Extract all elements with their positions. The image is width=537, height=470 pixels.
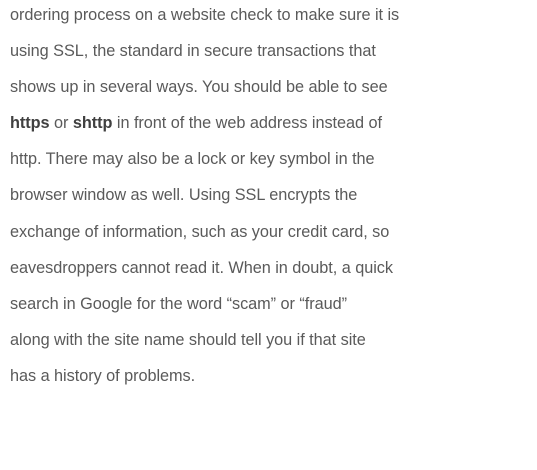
text-line: browser window as well. Using SSL encryp… (10, 186, 358, 205)
text-line: using SSL, the standard in secure transa… (10, 42, 376, 61)
text-line: has a history of problems. (10, 366, 196, 385)
text-fragment: in front of the web address instead of (112, 114, 382, 133)
text-line: search in Google for the word “scam” or … (10, 294, 347, 313)
article-text: ordering process on a website check to m… (10, 0, 535, 394)
https-term: https (10, 114, 50, 133)
text-fragment: or (49, 114, 73, 133)
text-line: eavesdroppers cannot read it. When in do… (10, 258, 393, 277)
text-line: https or shttp in front of the web addre… (10, 105, 535, 141)
text-line: shows up in several ways. You should be … (10, 78, 388, 97)
text-line: http. There may also be a lock or key sy… (10, 150, 375, 169)
shttp-term: shttp (72, 114, 113, 133)
text-line: along with the site name should tell you… (10, 330, 366, 349)
text-line: exchange of information, such as your cr… (10, 222, 390, 241)
text-line: ordering process on a website check to m… (10, 6, 400, 24)
